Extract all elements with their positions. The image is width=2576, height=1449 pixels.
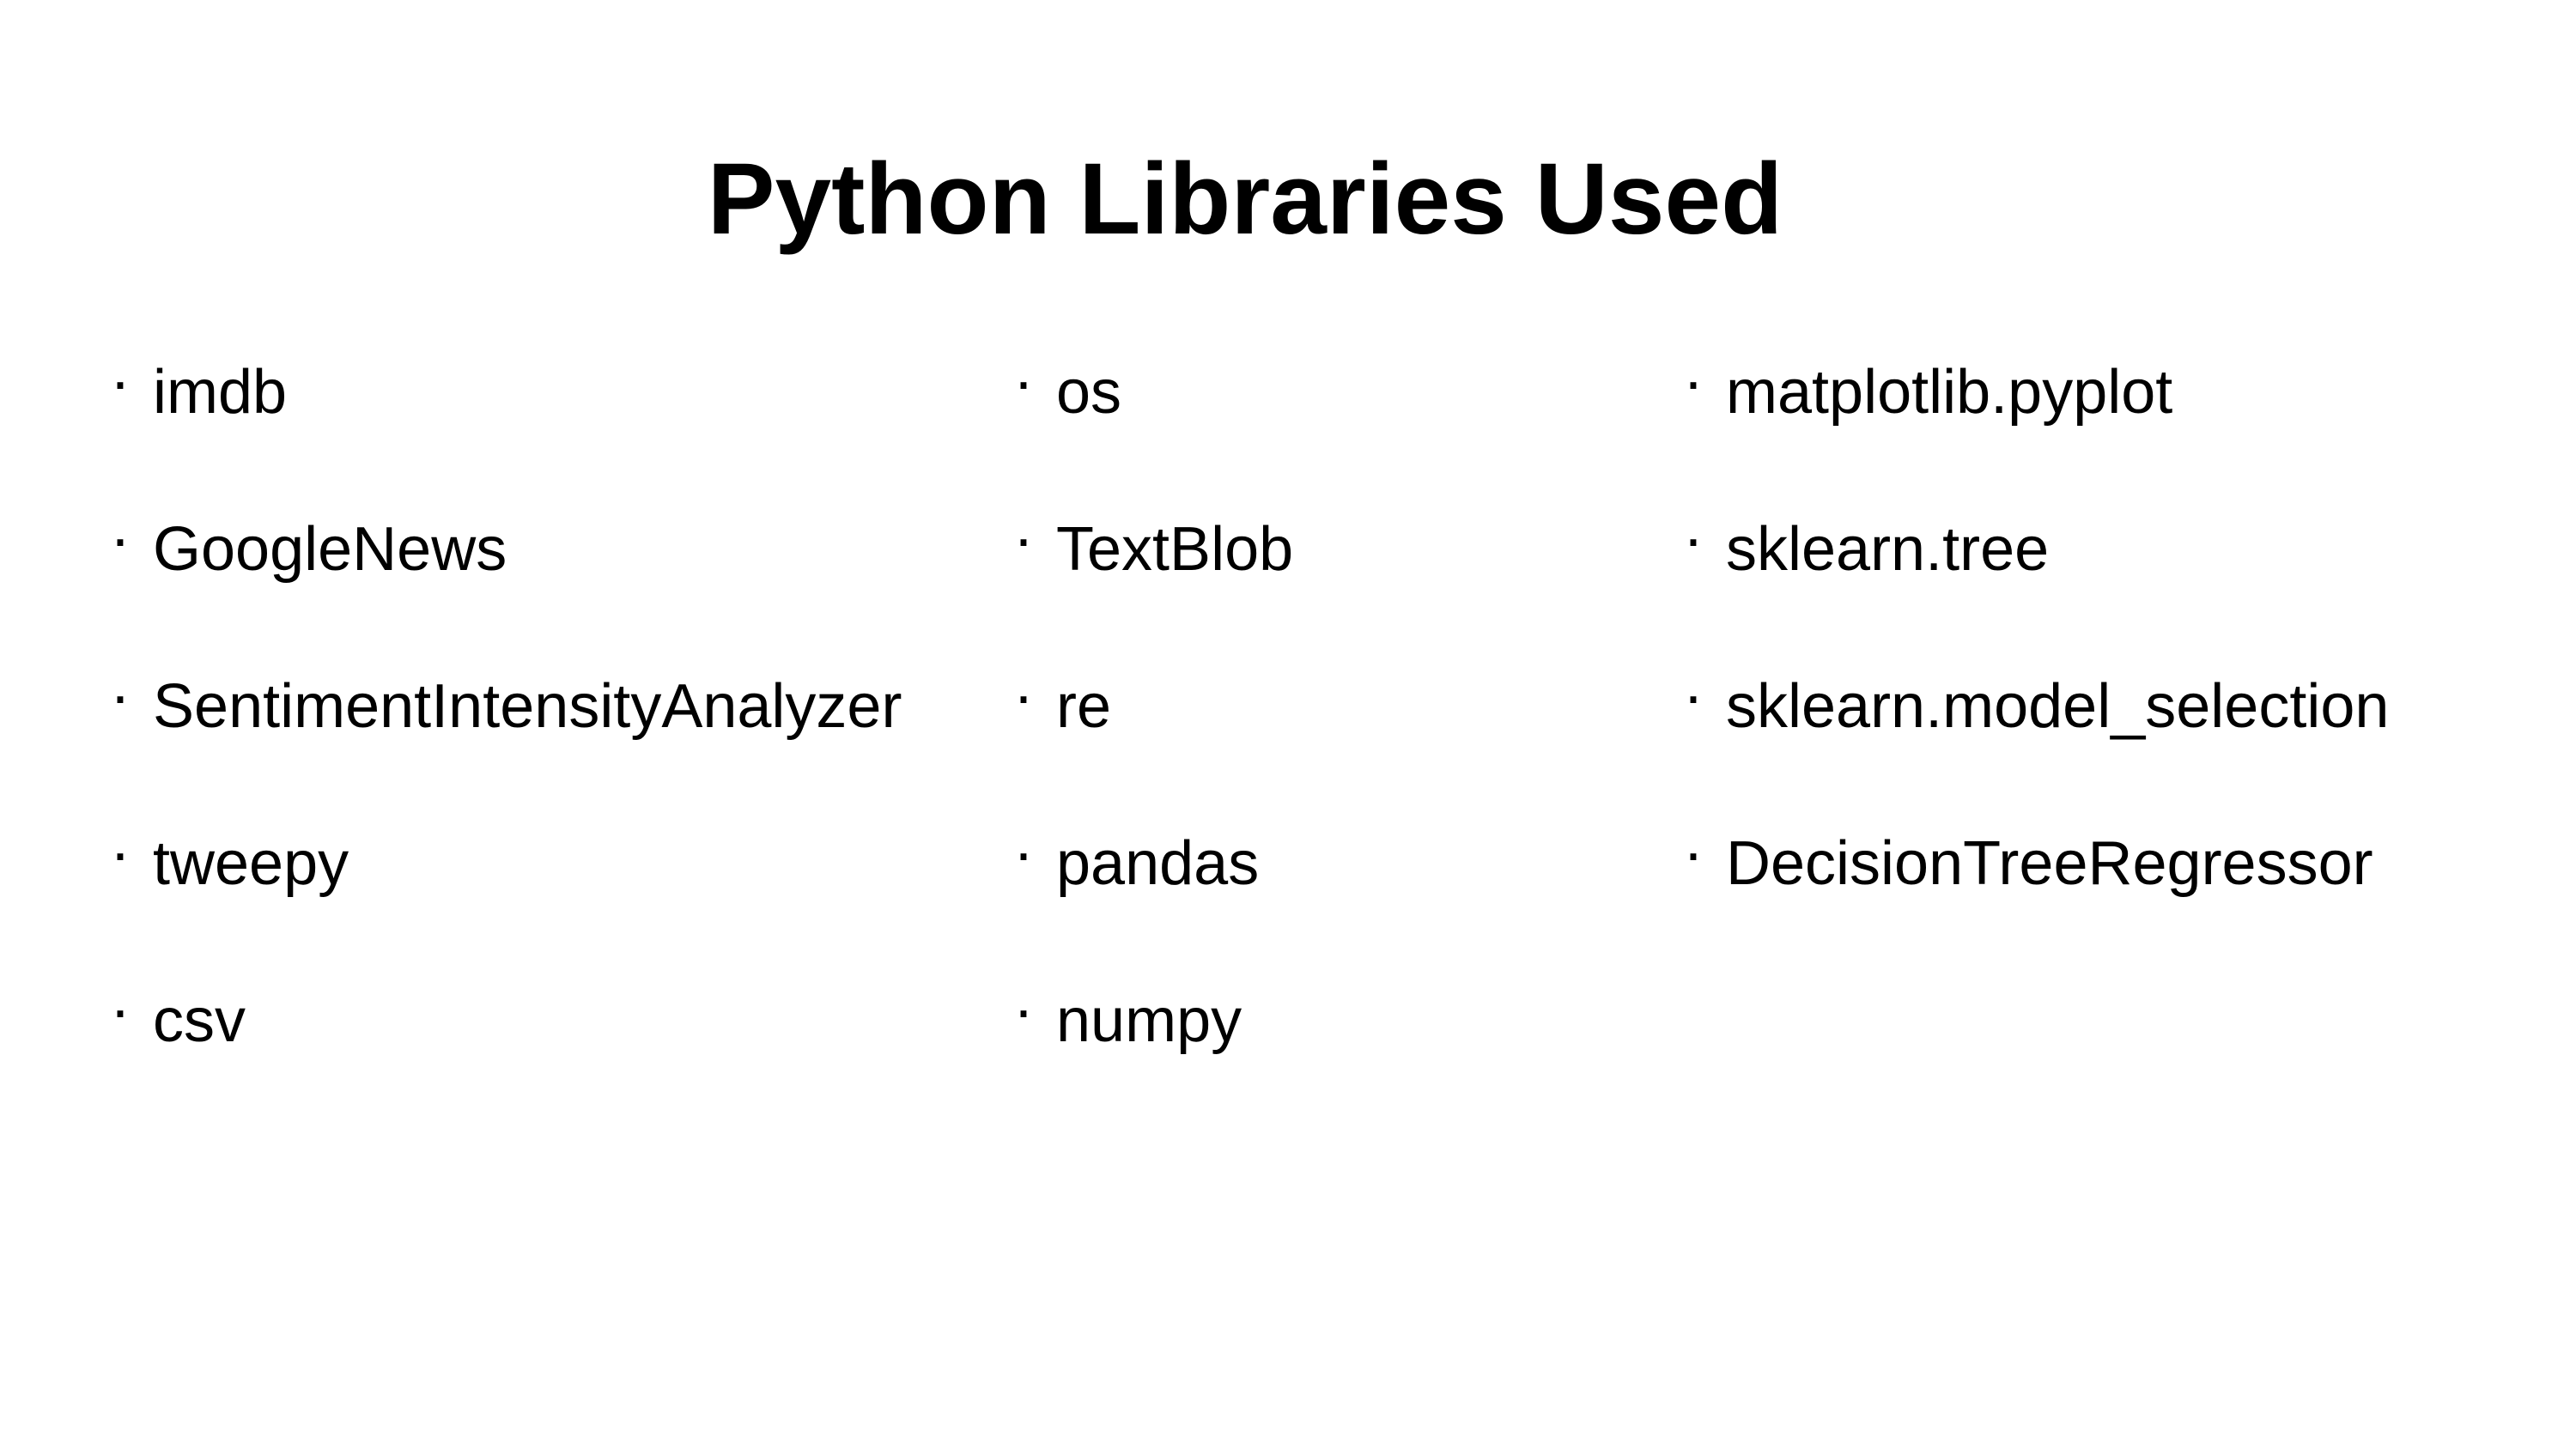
library-item: · tweepy <box>110 819 902 977</box>
library-list-column-2: · os · TextBlob · re · pandas · numpy <box>1013 348 1294 1134</box>
bullet-icon: · <box>110 348 131 416</box>
slide-title: Python Libraries Used <box>707 142 1783 256</box>
library-name: sklearn.model_selection <box>1726 672 2390 741</box>
bullet-icon: · <box>1013 662 1034 731</box>
library-item: · csv <box>110 976 902 1134</box>
library-item: · re <box>1013 662 1293 820</box>
library-item: · pandas <box>1013 819 1293 977</box>
bullet-icon: · <box>1013 505 1034 573</box>
bullet-icon: · <box>1683 348 1704 416</box>
bullet-icon: · <box>110 976 131 1045</box>
library-list-column-3: · matplotlib.pyplot · sklearn.tree · sklear… <box>1683 348 2390 977</box>
library-item: · SentimentIntensityAnalyzer <box>110 662 902 820</box>
library-item: · GoogleNews <box>110 505 902 663</box>
library-item: · sklearn.tree <box>1683 505 2389 663</box>
library-name: numpy <box>1056 986 1242 1055</box>
library-name: csv <box>153 986 246 1055</box>
library-name: GoogleNews <box>153 515 507 584</box>
library-name: matplotlib.pyplot <box>1726 358 2173 427</box>
library-name: re <box>1056 672 1112 741</box>
bullet-icon: · <box>110 819 131 888</box>
library-item: · os <box>1013 348 1293 506</box>
library-name: os <box>1056 358 1122 427</box>
library-name: sklearn.tree <box>1726 515 2050 584</box>
library-item: · sklearn.model_selection <box>1683 662 2390 820</box>
library-name: tweepy <box>153 829 349 898</box>
bullet-icon: · <box>110 505 131 573</box>
library-name: DecisionTreeRegressor <box>1726 829 2373 898</box>
bullet-icon: · <box>1013 976 1034 1045</box>
library-item: · matplotlib.pyplot <box>1683 348 2389 506</box>
library-name: TextBlob <box>1056 515 1294 584</box>
library-name: imdb <box>153 358 288 427</box>
bullet-icon: · <box>1683 819 1704 888</box>
bullet-icon: · <box>1683 505 1704 573</box>
library-name: SentimentIntensityAnalyzer <box>153 672 902 741</box>
library-item: · numpy <box>1013 976 1293 1134</box>
library-list-column-1: · imdb · GoogleNews · SentimentIntensityAna… <box>110 348 902 1134</box>
bullet-icon: · <box>110 662 131 731</box>
slide: Python Libraries Used · imdb · GoogleNews … <box>0 0 2576 1449</box>
library-item: · TextBlob <box>1013 505 1294 663</box>
library-item: · DecisionTreeRegressor <box>1683 819 2389 977</box>
bullet-icon: · <box>1013 819 1034 888</box>
bullet-icon: · <box>1013 348 1034 416</box>
bullet-icon: · <box>1683 662 1704 731</box>
library-item: · imdb <box>110 348 902 506</box>
library-name: pandas <box>1056 829 1260 898</box>
